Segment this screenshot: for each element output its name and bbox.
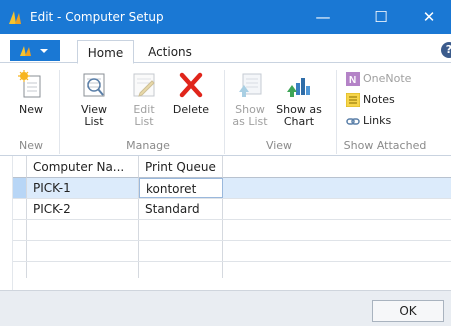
title-bar: Edit - Computer Setup — ☐ ✕: [0, 0, 451, 34]
row-selector[interactable]: [13, 241, 27, 261]
group-divider: [59, 70, 60, 154]
onenote-button[interactable]: N OneNote: [346, 71, 426, 87]
group-divider: [336, 70, 337, 154]
show-as-chart-icon: [287, 78, 310, 97]
close-button[interactable]: ✕: [406, 0, 451, 34]
app-menu-icon: [20, 46, 48, 56]
notes-button[interactable]: Notes: [346, 92, 426, 108]
delete-button[interactable]: Delete: [172, 70, 210, 116]
cell-print-queue[interactable]: kontoret: [139, 178, 223, 198]
ok-button[interactable]: OK: [372, 300, 444, 322]
maximize-button[interactable]: ☐: [358, 0, 404, 34]
help-icon[interactable]: ?: [441, 42, 451, 58]
edit-list-label-line2: List: [134, 115, 154, 128]
show-as-list-button[interactable]: Show as List: [231, 70, 269, 128]
group-divider: [224, 70, 225, 154]
left-margin: [0, 156, 13, 290]
edit-list-icon: [133, 73, 155, 97]
view-list-label-line2: List: [84, 115, 104, 128]
show-as-chart-label-line2: Chart: [283, 115, 315, 128]
group-label-new: New: [19, 139, 43, 152]
new-document-icon: [18, 70, 41, 98]
group-label-show-attached: Show Attached: [343, 139, 427, 152]
new-button-label: New: [19, 103, 43, 116]
onenote-icon: N: [346, 72, 360, 86]
show-as-list-icon: [239, 73, 262, 97]
empty-cell[interactable]: [27, 220, 139, 240]
column-header-computer-name[interactable]: Computer Na...: [27, 156, 139, 178]
table-row[interactable]: PICK-1 kontoret: [13, 178, 451, 199]
tab-actions[interactable]: Actions: [140, 40, 200, 64]
horizontal-scrollbar[interactable]: [13, 278, 451, 290]
empty-row[interactable]: [13, 220, 451, 241]
group-label-view: View: [265, 139, 293, 152]
view-list-button[interactable]: View List: [78, 70, 110, 128]
ribbon-tab-row: [0, 34, 451, 63]
show-as-chart-button[interactable]: Show as Chart: [274, 70, 324, 128]
row-selector[interactable]: [13, 199, 27, 219]
empty-cell[interactable]: [139, 220, 223, 240]
delete-x-icon: [179, 72, 203, 98]
empty-cell[interactable]: [27, 241, 139, 261]
column-header-print-queue[interactable]: Print Queue: [139, 156, 223, 178]
cell-computer-name[interactable]: PICK-2: [27, 199, 139, 219]
application-menu-button[interactable]: [10, 40, 60, 61]
links-icon: [346, 118, 360, 125]
table-row[interactable]: PICK-2 Standard: [13, 199, 451, 220]
view-list-icon: [83, 73, 105, 97]
empty-cell[interactable]: [139, 241, 223, 261]
notes-label: Notes: [363, 93, 395, 106]
links-button[interactable]: Links: [346, 113, 426, 129]
notes-icon: [346, 93, 360, 107]
delete-label: Delete: [172, 103, 210, 116]
column-header-filler: [223, 156, 451, 178]
row-selector[interactable]: [13, 220, 27, 240]
onenote-label: OneNote: [363, 72, 412, 85]
cell-print-queue[interactable]: Standard: [139, 199, 223, 219]
row-selector[interactable]: [13, 178, 27, 198]
new-button[interactable]: New: [14, 70, 48, 116]
tab-home[interactable]: Home: [77, 40, 134, 64]
show-as-list-label-line2: as List: [232, 115, 268, 128]
row-selector-header: [13, 156, 27, 178]
empty-row[interactable]: [13, 241, 451, 262]
window-title: Edit - Computer Setup: [30, 10, 164, 24]
svg-text:N: N: [349, 75, 356, 86]
computer-setup-grid: Computer Na... Print Queue PICK-1 kontor…: [13, 156, 451, 289]
links-label: Links: [363, 114, 392, 127]
minimize-button[interactable]: —: [300, 0, 346, 34]
group-label-manage: Manage: [126, 139, 170, 152]
cell-computer-name[interactable]: PICK-1: [27, 178, 139, 198]
app-logo-icon: [9, 11, 21, 24]
edit-list-button[interactable]: Edit List: [128, 70, 160, 128]
